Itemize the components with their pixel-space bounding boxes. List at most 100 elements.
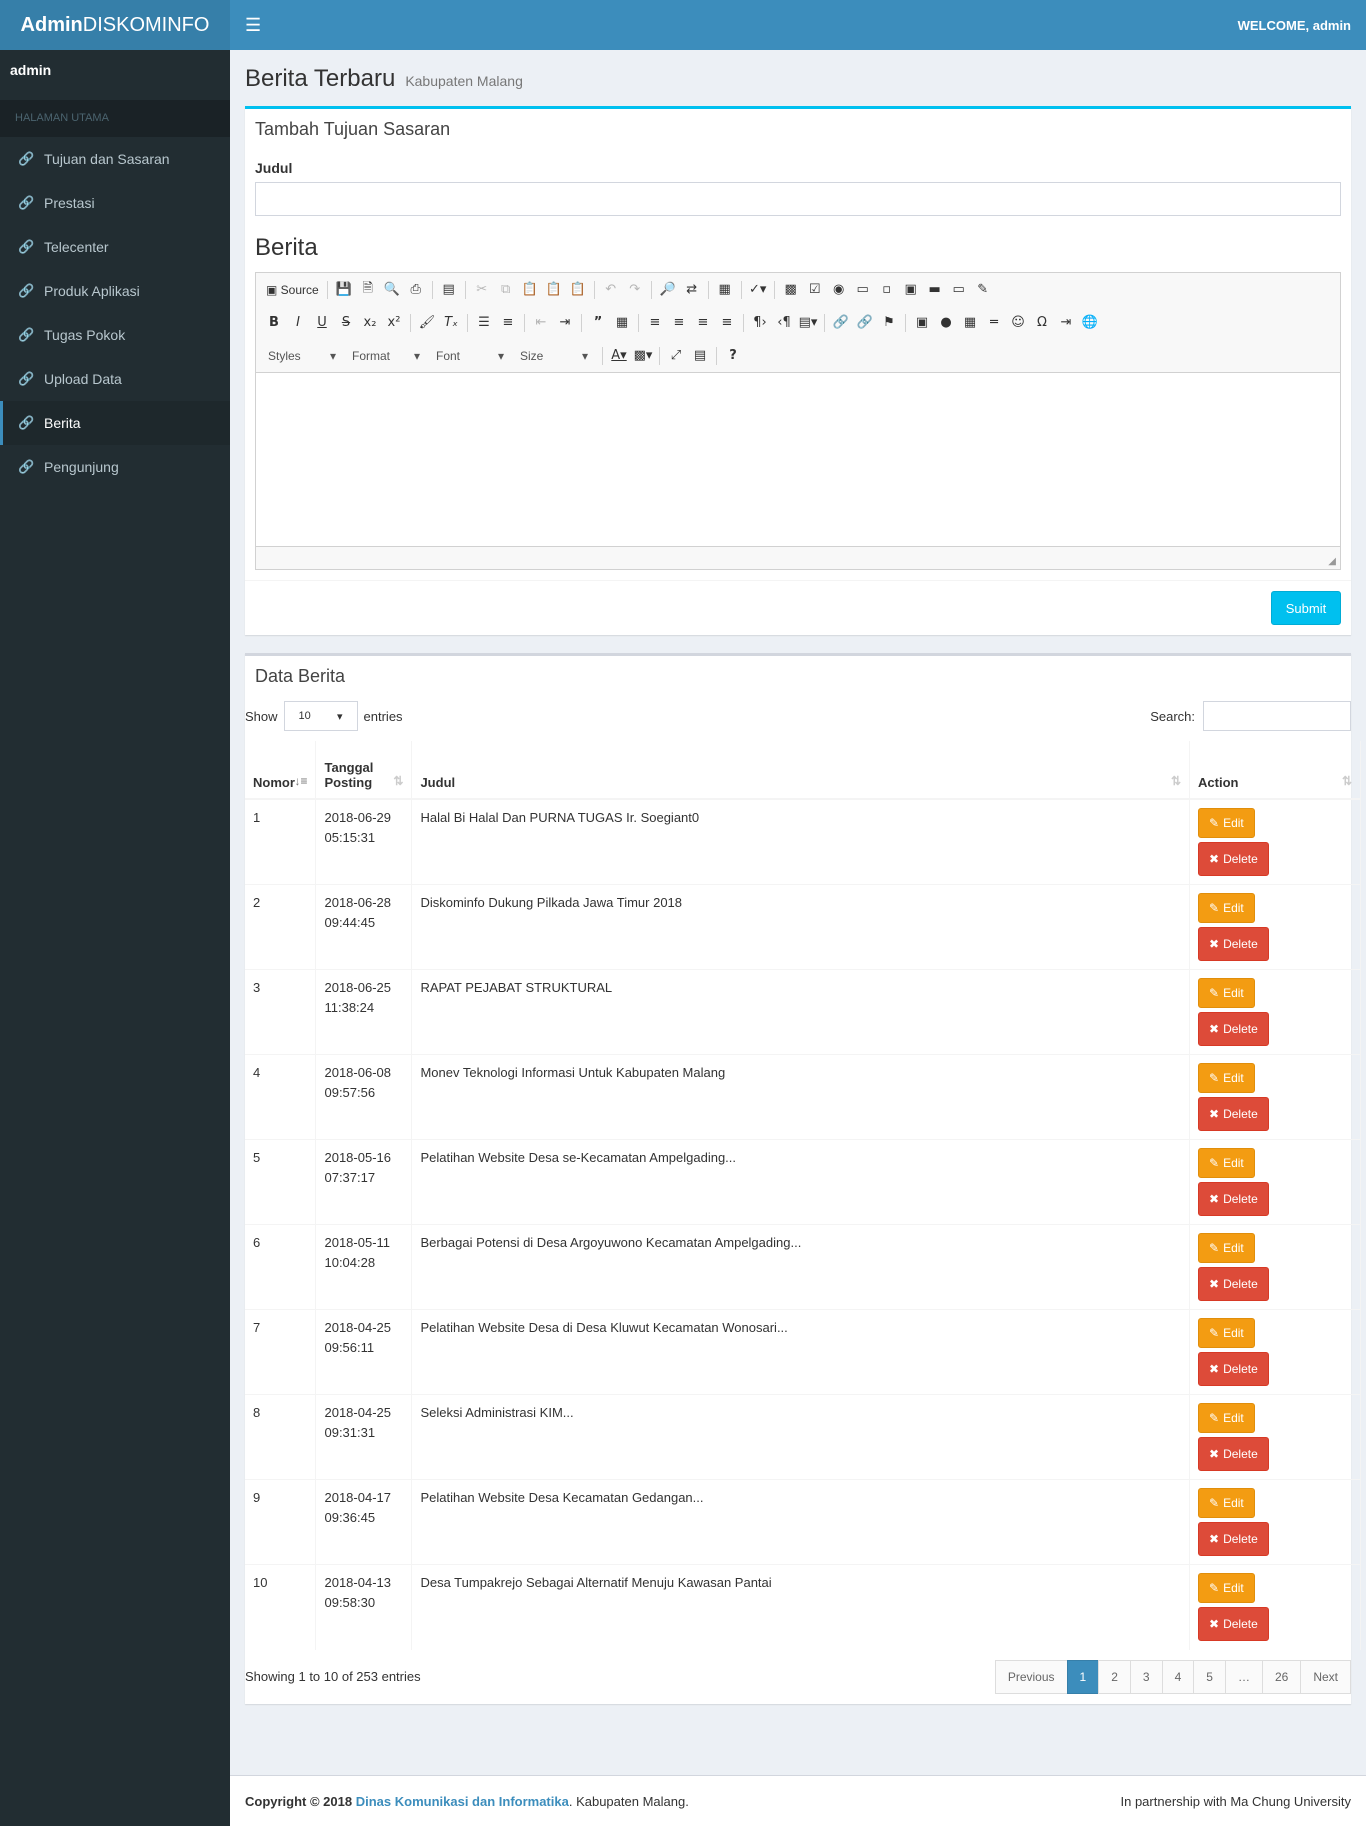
edit-button[interactable]: ✎ Edit: [1198, 1573, 1255, 1603]
checkbox-icon[interactable]: ☑: [803, 278, 827, 302]
language-icon[interactable]: ▤▾: [796, 311, 820, 335]
align-justify-icon[interactable]: ≡: [715, 311, 739, 335]
delete-button[interactable]: ✖ Delete: [1198, 1437, 1269, 1471]
undo-icon[interactable]: ↶: [599, 278, 623, 302]
copy-icon[interactable]: ⧉: [494, 278, 518, 302]
col-nomor-header[interactable]: Nomor ↓≡: [245, 741, 317, 800]
page-button-5[interactable]: 5: [1193, 1659, 1226, 1694]
maximize-icon[interactable]: ⤢: [664, 344, 688, 368]
format-dropdown[interactable]: Format ▾: [346, 344, 426, 368]
special-char-icon[interactable]: Ω: [1030, 311, 1054, 335]
preview-icon[interactable]: 🔍: [380, 278, 404, 302]
edit-button[interactable]: ✎ Edit: [1198, 1148, 1255, 1178]
edit-button[interactable]: ✎ Edit: [1198, 1233, 1255, 1263]
search-input[interactable]: [1203, 701, 1351, 731]
sidebar-toggle-icon[interactable]: ☰: [245, 15, 261, 36]
iframe-globe-icon[interactable]: 🌐: [1078, 311, 1102, 335]
edit-button[interactable]: ✎ Edit: [1198, 808, 1255, 838]
textarea-icon[interactable]: ▫: [875, 278, 899, 302]
radio-icon[interactable]: ◉: [827, 278, 851, 302]
org-link[interactable]: Dinas Komunikasi dan Informatika: [356, 1794, 569, 1809]
smiley-icon[interactable]: ☺: [1006, 311, 1030, 335]
edit-button[interactable]: ✎ Edit: [1198, 1488, 1255, 1518]
sidebar-item-upload-data[interactable]: 🔗 Upload Data: [0, 357, 230, 401]
textfield-icon[interactable]: ▭: [851, 278, 875, 302]
remove-format-icon[interactable]: Tₓ: [439, 311, 463, 335]
print-icon[interactable]: ⎙: [404, 278, 428, 302]
hidden-field-icon[interactable]: ✎: [971, 278, 995, 302]
edit-button[interactable]: ✎ Edit: [1198, 893, 1255, 923]
styles-dropdown[interactable]: Styles ▾: [262, 344, 342, 368]
save-icon[interactable]: 💾: [332, 278, 356, 302]
delete-button[interactable]: ✖ Delete: [1198, 1182, 1269, 1216]
align-right-icon[interactable]: ≡: [691, 311, 715, 335]
outdent-icon[interactable]: ⇤: [529, 311, 553, 335]
col-action-header[interactable]: Action ⇅: [1189, 741, 1361, 800]
page-button-26[interactable]: 26: [1261, 1659, 1302, 1694]
page-button-4[interactable]: 4: [1161, 1659, 1195, 1694]
spellcheck-icon[interactable]: ✓▾: [746, 278, 770, 302]
unlink-icon[interactable]: 🔗: [853, 311, 877, 335]
delete-button[interactable]: ✖ Delete: [1198, 1267, 1269, 1301]
delete-button[interactable]: ✖ Delete: [1198, 1352, 1269, 1386]
image-button-icon[interactable]: ▭: [947, 278, 971, 302]
delete-button[interactable]: ✖ Delete: [1198, 1522, 1269, 1556]
edit-button[interactable]: ✎ Edit: [1198, 1403, 1255, 1433]
page-button-1[interactable]: 1: [1066, 1659, 1100, 1694]
image-icon[interactable]: ▣: [910, 311, 934, 335]
templates-icon[interactable]: ▤: [437, 278, 461, 302]
welcome-user-menu[interactable]: WELCOME, admin: [1238, 18, 1351, 33]
source-button[interactable]: ▣ Source: [262, 278, 323, 302]
text-rtl-icon[interactable]: ‹¶: [772, 311, 796, 335]
text-color-icon[interactable]: A▾: [607, 344, 631, 368]
col-judul-header[interactable]: Judul ⇅: [411, 741, 1191, 800]
horizontal-line-icon[interactable]: ═: [982, 311, 1006, 335]
sidebar-item-berita[interactable]: 🔗 Berita: [0, 401, 230, 445]
page-button-2[interactable]: 2: [1098, 1659, 1131, 1694]
link-icon[interactable]: 🔗: [829, 311, 853, 335]
sidebar-item-produk-aplikasi[interactable]: 🔗 Produk Aplikasi: [0, 269, 230, 313]
page-button-previous[interactable]: Previous: [994, 1659, 1068, 1694]
select-all-icon[interactable]: ▦: [713, 278, 737, 302]
sidebar-item-prestasi[interactable]: 🔗 Prestasi: [0, 181, 230, 225]
edit-button[interactable]: ✎ Edit: [1198, 978, 1255, 1008]
paste-text-icon[interactable]: 📋: [542, 278, 566, 302]
cut-icon[interactable]: ✂: [470, 278, 494, 302]
italic-icon[interactable]: I: [286, 311, 310, 335]
bulleted-list-icon[interactable]: ≡: [496, 311, 520, 335]
bold-icon[interactable]: B: [262, 311, 286, 335]
find-icon[interactable]: 🔎: [656, 278, 680, 302]
font-dropdown[interactable]: Font ▾: [430, 344, 510, 368]
delete-button[interactable]: ✖ Delete: [1198, 927, 1269, 961]
redo-icon[interactable]: ↷: [623, 278, 647, 302]
page-button-3[interactable]: 3: [1129, 1659, 1163, 1694]
table-icon[interactable]: ▦: [958, 311, 982, 335]
sidebar-item-telecenter[interactable]: 🔗 Telecenter: [0, 225, 230, 269]
submit-button[interactable]: Submit: [1271, 591, 1341, 625]
background-color-icon[interactable]: ▩▾: [631, 344, 655, 368]
align-left-icon[interactable]: ≡: [643, 311, 667, 335]
replace-icon[interactable]: ⇄: [680, 278, 704, 302]
underline-icon[interactable]: U: [310, 311, 334, 335]
new-page-icon[interactable]: 🗎: [356, 278, 380, 302]
delete-button[interactable]: ✖ Delete: [1198, 1012, 1269, 1046]
paste-icon[interactable]: 📋: [518, 278, 542, 302]
edit-button[interactable]: ✎ Edit: [1198, 1318, 1255, 1348]
page-length-select[interactable]: 10 ▾: [283, 701, 358, 731]
form-icon[interactable]: ▩: [779, 278, 803, 302]
blockquote-icon[interactable]: ”: [586, 311, 610, 335]
div-container-icon[interactable]: ▦: [610, 311, 634, 335]
align-center-icon[interactable]: ≡: [667, 311, 691, 335]
show-blocks-icon[interactable]: ▤: [688, 344, 712, 368]
help-icon[interactable]: ?: [721, 344, 745, 368]
sidebar-item-tujuan-dan-sasaran[interactable]: 🔗 Tujuan dan Sasaran: [0, 137, 230, 181]
paste-word-icon[interactable]: 📋: [566, 278, 590, 302]
copy-format-icon[interactable]: 🖌: [415, 311, 439, 335]
delete-button[interactable]: ✖ Delete: [1198, 1097, 1269, 1131]
col-tanggal-header[interactable]: Tanggal Posting ⇅: [315, 741, 413, 800]
superscript-icon[interactable]: x²: [382, 311, 406, 335]
sidebar-item-pengunjung[interactable]: 🔗 Pengunjung: [0, 445, 230, 489]
delete-button[interactable]: ✖ Delete: [1198, 842, 1269, 876]
numbered-list-icon[interactable]: ☰: [472, 311, 496, 335]
delete-button[interactable]: ✖ Delete: [1198, 1607, 1269, 1641]
